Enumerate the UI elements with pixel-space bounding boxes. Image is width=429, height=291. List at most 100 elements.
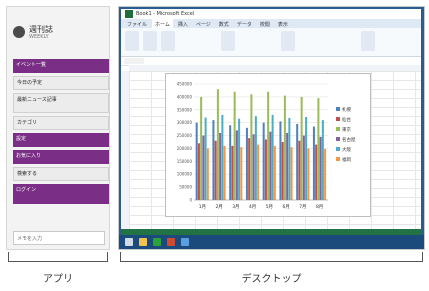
app-panel: 週刊誌 WEEKLY イベント一覧 今日の予定 最新ニュース記事 カテゴリ 設定 お気に入…	[6, 6, 110, 250]
align-button[interactable]	[221, 31, 235, 51]
bar[interactable]	[271, 114, 274, 200]
legend-label: 仙台	[342, 116, 351, 123]
explorer-icon[interactable]	[139, 238, 147, 246]
legend-label: 東京	[342, 126, 351, 133]
bar[interactable]	[245, 127, 248, 200]
bar[interactable]	[262, 122, 265, 200]
chart[interactable]: 0 50000 100000 150000 200000 250000 300000 3500…	[165, 73, 371, 217]
app-caption: アプリ	[43, 274, 73, 285]
bar[interactable]	[202, 135, 205, 200]
legend-swatch	[336, 107, 340, 111]
app-list-item[interactable]: 最新ニュース記事	[13, 93, 109, 113]
bar[interactable]	[229, 125, 232, 200]
bar[interactable]	[305, 116, 308, 200]
bar[interactable]	[296, 123, 299, 200]
bar[interactable]	[283, 95, 286, 200]
bar[interactable]	[269, 131, 272, 200]
x-tick-label: 2月	[215, 204, 222, 210]
desktop: Book1 - Microsoft Excel ファイル ホーム 挿入 ページ 数式 デー…	[118, 6, 425, 250]
bar[interactable]	[254, 116, 257, 200]
bar[interactable]	[206, 148, 209, 200]
start-icon[interactable]	[125, 238, 133, 246]
ribbon-tab[interactable]: 数式	[216, 19, 232, 28]
bar[interactable]	[197, 143, 200, 200]
bar[interactable]	[288, 118, 291, 200]
bar[interactable]	[273, 145, 276, 200]
bar[interactable]	[219, 132, 222, 200]
x-tick-label: 1月	[199, 204, 206, 210]
bar[interactable]	[290, 147, 293, 200]
bar[interactable]	[238, 118, 241, 200]
bar[interactable]	[257, 144, 260, 200]
app-list-item[interactable]: カテゴリ	[13, 116, 109, 130]
bar[interactable]	[231, 145, 234, 200]
app-list-item[interactable]: 今日の予定	[13, 76, 109, 90]
x-tick-label: 6月	[282, 204, 289, 210]
bar[interactable]	[240, 147, 243, 200]
bar[interactable]	[250, 94, 253, 200]
bar[interactable]	[315, 144, 318, 200]
ribbon-tab[interactable]: 表示	[275, 19, 291, 28]
font-button[interactable]	[161, 31, 175, 51]
y-tick-label: 400000	[177, 94, 193, 99]
y-tick-label: 100000	[177, 172, 193, 177]
bar[interactable]	[307, 148, 310, 200]
worksheet: 0 50000 100000 150000 200000 250000 300000 3500…	[121, 65, 421, 229]
paste-button[interactable]	[125, 31, 139, 51]
bar[interactable]	[264, 139, 267, 200]
memo-input[interactable]: メモを入力	[13, 231, 105, 245]
app-list-item[interactable]: イベント一覧	[13, 59, 109, 73]
ribbon-tab[interactable]: ホーム	[152, 19, 173, 28]
bar[interactable]	[221, 114, 224, 200]
excel-taskbar-icon[interactable]	[153, 238, 161, 246]
ribbon-tab[interactable]: 校閲	[257, 19, 273, 28]
bar[interactable]	[214, 140, 217, 200]
bar[interactable]	[319, 136, 322, 200]
style-button[interactable]	[281, 31, 295, 51]
bar[interactable]	[279, 121, 282, 200]
bar[interactable]	[267, 91, 270, 200]
bar[interactable]	[252, 134, 255, 200]
bar[interactable]	[317, 98, 320, 200]
logo-icon	[13, 26, 25, 38]
app-list-item[interactable]: 設定	[13, 133, 109, 147]
bar[interactable]	[321, 120, 324, 200]
format-button[interactable]	[143, 31, 157, 51]
cells-button[interactable]	[361, 31, 375, 51]
logo-title: 週刊誌	[29, 24, 53, 34]
bar[interactable]	[212, 120, 215, 200]
app-list-item[interactable]: ログイン	[13, 184, 109, 204]
app-list-item[interactable]: お気に入り	[13, 150, 109, 164]
bar[interactable]	[324, 148, 327, 200]
bar[interactable]	[302, 135, 305, 200]
legend-label: 札幌	[342, 106, 351, 113]
browser-taskbar-icon[interactable]	[181, 238, 189, 246]
ribbon-tab[interactable]: 挿入	[175, 19, 191, 28]
bar[interactable]	[200, 96, 203, 200]
bar[interactable]	[204, 117, 207, 200]
y-tick-label: 0	[189, 198, 192, 203]
bar[interactable]	[281, 142, 284, 200]
app-bracket	[8, 252, 108, 262]
excel-icon	[125, 10, 133, 18]
app-list-item[interactable]: 検索する	[13, 167, 109, 181]
bar[interactable]	[235, 130, 238, 200]
bar[interactable]	[248, 138, 251, 200]
bar[interactable]	[286, 132, 289, 200]
bar[interactable]	[312, 126, 315, 200]
bar[interactable]	[298, 140, 301, 200]
desktop-bracket	[120, 252, 423, 262]
ribbon-tabs: ファイル ホーム 挿入 ページ 数式 データ 校閲 表示	[121, 19, 421, 28]
bar[interactable]	[223, 145, 226, 200]
bar[interactable]	[300, 96, 303, 200]
ribbon-tab[interactable]: ページ	[193, 19, 214, 28]
app-taskbar-icon[interactable]	[167, 238, 175, 246]
taskbar	[119, 235, 424, 249]
ribbon-tab[interactable]: データ	[234, 19, 255, 28]
ribbon-tab[interactable]: ファイル	[124, 19, 150, 28]
legend-label: 名古屋	[342, 136, 356, 143]
bar[interactable]	[195, 122, 198, 200]
name-box[interactable]	[124, 58, 144, 64]
bar[interactable]	[216, 89, 219, 200]
bar[interactable]	[233, 91, 236, 200]
